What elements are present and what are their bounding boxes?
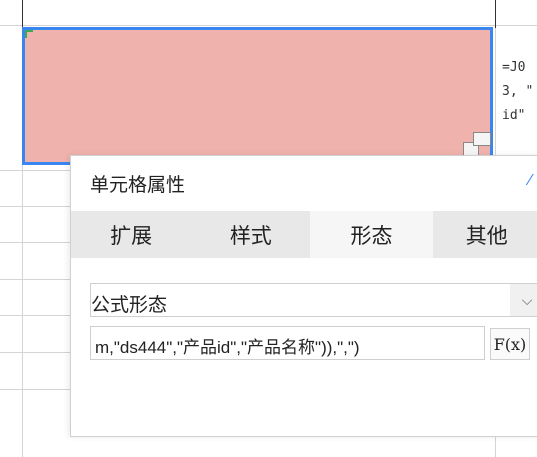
cell-properties-panel: 单元格属性 ⁄ 扩展 样式 形态 其他 公式形态 ⌵ m,"ds444","产品… xyxy=(70,155,537,437)
panel-title: 单元格属性 xyxy=(90,175,186,196)
tab-other[interactable]: 其他 xyxy=(432,211,537,258)
tab-style[interactable]: 样式 xyxy=(191,211,311,258)
adjacent-cell-text: id" xyxy=(502,108,526,123)
adjacent-cell-text: =J0 xyxy=(502,60,526,75)
selected-merged-cell[interactable] xyxy=(22,27,493,165)
property-tabs: 扩展 样式 形态 其他 xyxy=(71,211,537,258)
grid-row-line xyxy=(0,25,537,26)
tab-form[interactable]: 形态 xyxy=(310,211,433,258)
cell-marker-icon xyxy=(25,30,33,38)
form-type-value: 公式形态 xyxy=(91,295,168,316)
chevron-down-icon[interactable]: ⌵ xyxy=(510,284,537,316)
tab-expand[interactable]: 扩展 xyxy=(71,211,192,258)
formula-text: m,"ds444","产品id","产品名称")),",") xyxy=(95,338,360,357)
formula-input[interactable]: m,"ds444","产品id","产品名称")),",") xyxy=(90,326,485,360)
collapse-icon[interactable]: ⁄ xyxy=(529,172,537,189)
grid-col-line xyxy=(22,0,23,28)
grid-col-line xyxy=(495,0,496,28)
formula-editor-button[interactable]: F(x) xyxy=(490,328,530,360)
adjacent-cell-text: 3, " xyxy=(502,84,534,99)
form-type-select[interactable]: 公式形态 ⌵ xyxy=(90,283,537,317)
